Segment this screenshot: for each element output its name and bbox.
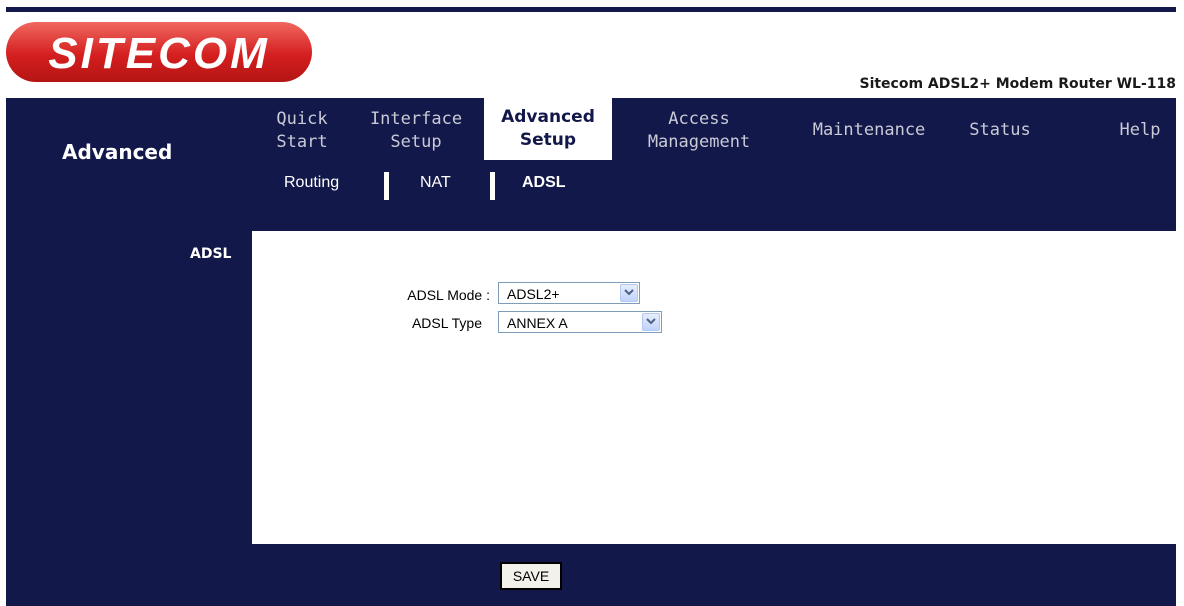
- tab-label-line2: Setup: [519, 130, 577, 150]
- tab-label-line1: Advanced: [501, 107, 595, 127]
- logo-text: SITECOM: [48, 29, 269, 78]
- content-panel: [252, 231, 1176, 544]
- tab-label-line1: Interface: [369, 109, 463, 129]
- subtab-separator: [384, 172, 389, 200]
- sitecom-logo: SITECOM: [6, 22, 312, 82]
- sidebar: [6, 98, 252, 606]
- tab-maintenance[interactable]: Maintenance: [796, 119, 942, 142]
- tab-help[interactable]: Help: [1110, 119, 1170, 142]
- tab-label-line2: Start: [276, 132, 328, 152]
- chevron-down-icon-glyph: [646, 318, 656, 325]
- adsl-mode-select[interactable]: ADSL2+: [498, 282, 640, 304]
- subtab-separator: [490, 172, 495, 200]
- tab-label-line1: Status: [969, 120, 1031, 140]
- tab-label-line1: Quick: [276, 109, 328, 129]
- adsl-type-select[interactable]: ANNEX A: [498, 311, 662, 333]
- tab-advanced-setup[interactable]: Advanced Setup: [484, 98, 612, 160]
- adsl-type-label: ADSL Type: [411, 315, 482, 331]
- chevron-down-icon[interactable]: [642, 313, 660, 331]
- tab-status[interactable]: Status: [960, 119, 1040, 142]
- top-border: [6, 7, 1176, 12]
- sidebar-section-label: ADSL: [190, 246, 232, 262]
- footer-bar: [252, 544, 1176, 606]
- adsl-type-value: ANNEX A: [507, 315, 568, 331]
- subtab-adsl[interactable]: ADSL: [522, 174, 566, 192]
- tab-label-line1: Help: [1119, 120, 1161, 140]
- tab-label-line2: Setup: [390, 132, 442, 152]
- tab-label-line1: Maintenance: [812, 120, 926, 140]
- logo-graphic: SITECOM: [48, 29, 269, 78]
- sidebar-title: Advanced: [62, 140, 173, 164]
- tab-access-management[interactable]: Access Management: [628, 108, 770, 154]
- tab-quick-start[interactable]: Quick Start: [262, 108, 342, 154]
- adsl-mode-label: ADSL Mode :: [407, 287, 490, 303]
- tab-label-line1: Access: [668, 109, 730, 129]
- model-name: Sitecom ADSL2+ Modem Router WL-118: [859, 76, 1176, 92]
- save-button[interactable]: SAVE: [500, 562, 562, 590]
- chevron-down-icon-glyph: [624, 289, 634, 296]
- subtab-routing[interactable]: Routing: [284, 174, 339, 192]
- chevron-down-icon[interactable]: [620, 284, 638, 302]
- adsl-mode-value: ADSL2+: [507, 286, 560, 302]
- subtab-nat[interactable]: NAT: [420, 174, 451, 192]
- tab-interface-setup[interactable]: Interface Setup: [360, 108, 472, 154]
- tab-label-line2: Management: [647, 132, 751, 152]
